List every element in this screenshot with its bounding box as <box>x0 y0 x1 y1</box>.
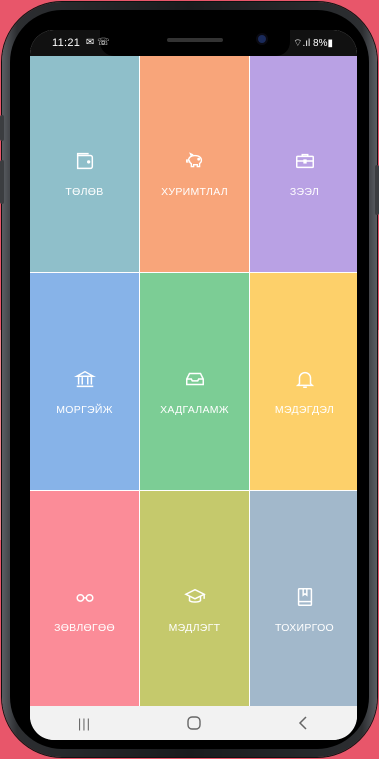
status-bar: 11:21 ✉ ☏ ⌔.ıl 8%▮ <box>30 30 357 56</box>
tile-label: МЭДЭГДЭЛ <box>274 403 335 416</box>
home-button[interactable] <box>164 711 224 735</box>
status-notification-icons: ✉ ☏ <box>86 37 110 48</box>
volume-button <box>0 115 4 141</box>
bell-icon <box>295 371 314 388</box>
tile-savings[interactable]: ХУРИМТЛАЛ <box>140 56 249 272</box>
recent-apps-icon: ||| <box>77 715 92 731</box>
graduation-cap-icon <box>183 588 206 603</box>
book-icon <box>297 587 312 606</box>
tile-label: ТӨЛӨВ <box>65 186 104 198</box>
back-button[interactable] <box>273 711 333 735</box>
android-nav-bar: ||| <box>30 706 357 740</box>
inbox-icon <box>185 372 204 385</box>
status-right-icons: ⌔.ıl 8%▮ <box>293 38 333 49</box>
tile-advice[interactable]: ЗӨВЛӨГӨӨ <box>30 491 139 708</box>
front-camera <box>258 35 266 43</box>
tile-status[interactable]: ТӨЛӨВ <box>30 56 139 272</box>
phone-screen: 11:21 ✉ ☏ ⌔.ıl 8%▮ ТӨЛӨВ ХУРИМТЛАЛ ЗЭЭЛ … <box>30 30 357 740</box>
bank-icon <box>73 370 96 387</box>
status-time: 11:21 <box>52 37 81 49</box>
tile-mortgage[interactable]: МОРГЭЙЖ <box>30 273 139 490</box>
piggy-bank-icon <box>185 152 202 168</box>
wallet-icon <box>76 152 93 170</box>
glasses-icon <box>75 593 94 602</box>
notch <box>100 30 290 56</box>
tile-deposit[interactable]: ХАДГАЛАМЖ <box>140 273 249 490</box>
recent-apps-button[interactable]: ||| <box>55 711 115 735</box>
tile-loan[interactable]: ЗЭЭЛ <box>250 56 357 272</box>
tile-label: ХУРИМТЛАЛ <box>161 186 228 198</box>
back-icon <box>298 716 307 730</box>
speaker <box>167 38 223 42</box>
tile-label: ЗЭЭЛ <box>289 186 320 198</box>
tile-label: ХАДГАЛАМЖ <box>160 403 229 416</box>
power-button <box>375 165 379 215</box>
tile-label: ТОХИРГОО <box>274 621 335 634</box>
tile-label: МЭДЛЭГТ <box>168 621 221 634</box>
tile-label: ЗӨВЛӨГӨӨ <box>54 621 115 634</box>
volume-button <box>0 160 4 204</box>
home-icon <box>186 716 201 730</box>
menu-grid: ТӨЛӨВ ХУРИМТЛАЛ ЗЭЭЛ МОРГЭЙЖ ХАДГАЛАМЖ М… <box>30 56 357 708</box>
tile-label: МОРГЭЙЖ <box>56 403 113 416</box>
tile-settings[interactable]: ТОХИРГОО <box>250 491 357 708</box>
tile-notifications[interactable]: МЭДЭГДЭЛ <box>250 273 357 490</box>
briefcase-icon <box>295 153 314 169</box>
tile-knowledge[interactable]: МЭДЛЭГТ <box>140 491 249 708</box>
